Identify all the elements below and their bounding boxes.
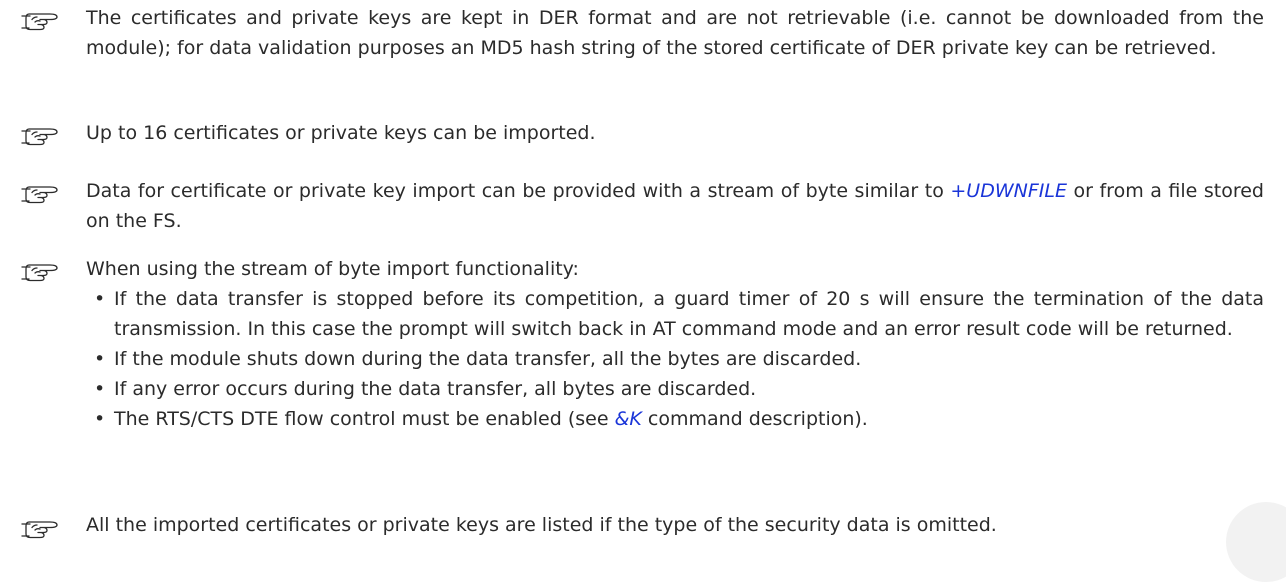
udwnfile-link[interactable]: +UDWNFILE xyxy=(950,180,1067,202)
and-k-link[interactable]: &K xyxy=(615,408,642,430)
bullet-item-module-shutdown: If the module shuts down during the data… xyxy=(86,344,1264,374)
bullet-item-flow-control: The RTS/CTS DTE flow control must be ena… xyxy=(86,404,1264,434)
pointing-hand-icon xyxy=(20,519,60,541)
pointing-hand-icon xyxy=(20,262,60,284)
pointing-hand-icon xyxy=(20,126,60,148)
note-text: When using the stream of byte import fun… xyxy=(86,258,579,280)
note-text-before: Data for certificate or private key impo… xyxy=(86,180,951,202)
bullet-text-after: command description). xyxy=(641,408,868,430)
bullet-list: If the data transfer is stopped before i… xyxy=(86,284,1264,434)
bullet-item-transfer-error: If any error occurs during the data tran… xyxy=(86,374,1264,404)
note-text: The certificates and private keys are ke… xyxy=(86,7,1264,59)
note-text: Data for certificate or private key impo… xyxy=(86,176,1264,236)
pointing-hand-icon xyxy=(20,11,60,33)
bullet-text-before: The RTS/CTS DTE flow control must be ena… xyxy=(114,408,615,430)
note-text: Up to 16 certificates or private keys ca… xyxy=(86,122,596,144)
bullet-item-guard-timer: If the data transfer is stopped before i… xyxy=(86,284,1264,344)
pointing-hand-icon xyxy=(20,184,60,206)
note-text: All the imported certificates or private… xyxy=(86,514,997,536)
